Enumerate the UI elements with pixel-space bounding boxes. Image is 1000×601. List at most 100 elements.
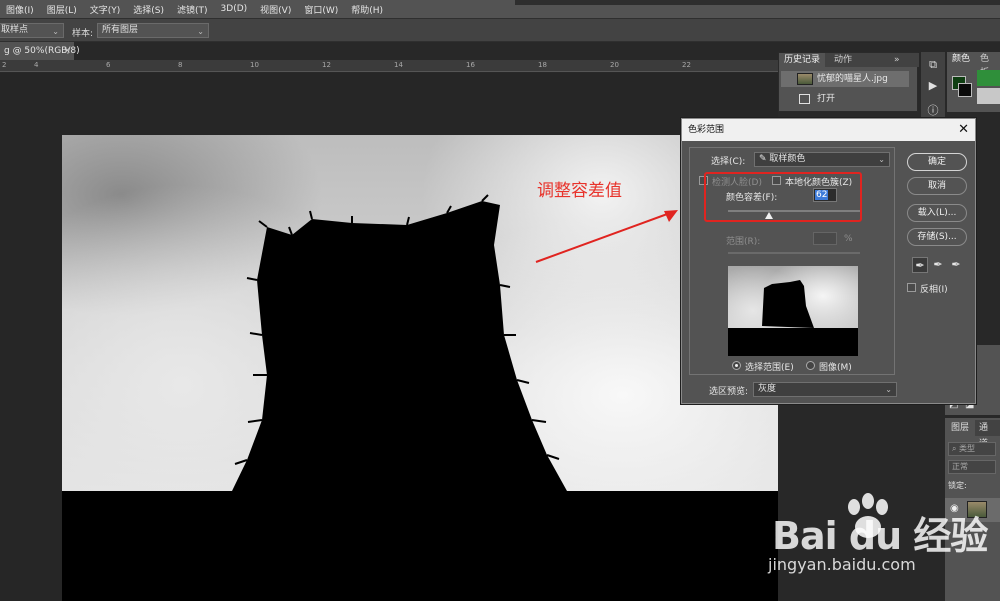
- history-item-label: 打开: [817, 94, 836, 104]
- range-input[interactable]: [813, 232, 837, 245]
- dark-ground: [62, 491, 788, 601]
- radio-image-label: 图像(M): [819, 363, 852, 373]
- ruler-tick: 18: [538, 61, 547, 69]
- ruler-tick: 6: [106, 61, 111, 69]
- eyedropper-plus-icon[interactable]: ✒: [930, 257, 946, 273]
- chevron-down-icon: ⌄: [878, 155, 885, 164]
- close-tab-icon[interactable]: ×: [63, 42, 71, 60]
- dialog-titlebar[interactable]: 色彩范围 ✕: [682, 119, 975, 141]
- blend-mode-value: 正常: [952, 462, 968, 471]
- selection-preview-select[interactable]: 灰度 ⌄: [753, 382, 897, 397]
- lock-label: 锁定:: [948, 481, 967, 490]
- invert-checkbox[interactable]: [907, 283, 916, 292]
- horizontal-ruler[interactable]: 2 4 6 8 10 12 14 16 18 20 22: [0, 60, 780, 72]
- ruler-tick: 2: [2, 61, 7, 69]
- tab-actions[interactable]: 动作: [829, 53, 857, 67]
- ruler-tick: 22: [682, 61, 691, 69]
- radio-selection-label: 选择范围(E): [745, 363, 794, 373]
- eyedropper-icon: ✎: [759, 154, 770, 164]
- sample-select[interactable]: 所有图层 ⌄: [97, 23, 209, 38]
- menu-image[interactable]: 图像(I): [6, 3, 34, 16]
- watermark-url: jingyan.baidu.com: [768, 555, 916, 574]
- color-swatch[interactable]: [977, 70, 1000, 86]
- chevron-down-icon: ⌄: [197, 27, 204, 36]
- menu-filter[interactable]: 滤镜(T): [177, 3, 208, 16]
- titlebar-strip: [515, 0, 1000, 5]
- history-brush-icon[interactable]: ⧉: [924, 56, 942, 74]
- history-item-label: 忧郁的喵星人.jpg: [817, 74, 888, 84]
- watermark-brand: Bai du 经验: [772, 514, 988, 558]
- tab-layers[interactable]: 图层: [947, 420, 974, 436]
- menu-type[interactable]: 文字(Y): [90, 3, 121, 16]
- snapshot-thumbnail: [797, 73, 813, 85]
- sample-size-select[interactable]: 取样点 ⌄: [0, 23, 64, 38]
- menu-select[interactable]: 选择(S): [133, 3, 164, 16]
- color-range-dialog: 色彩范围 ✕ 选择(C): ✎ 取样颜色 ⌄ 检测人脸(D) 本地化颜色簇(Z)…: [681, 118, 976, 404]
- menu-3d[interactable]: 3D(D): [221, 4, 248, 14]
- sample-label: 样本:: [72, 29, 94, 39]
- selection-preview-label: 选区预览:: [709, 387, 749, 397]
- radio-image[interactable]: [806, 361, 815, 370]
- baidu-jingyan-watermark: Bai du 经验 jingyan.baidu.com: [760, 493, 1000, 595]
- background-color-swatch[interactable]: [958, 83, 972, 97]
- color-swatch[interactable]: [977, 88, 1000, 104]
- menu-layer[interactable]: 图层(L): [47, 3, 77, 16]
- tab-channels[interactable]: 通道: [975, 420, 1000, 449]
- blend-mode-select[interactable]: 正常: [948, 460, 996, 474]
- ok-button[interactable]: 确定: [907, 153, 967, 171]
- select-value: 取样颜色: [769, 154, 806, 164]
- chevron-down-icon: ⌄: [885, 385, 892, 394]
- color-panel: 颜色 色板: [947, 52, 1000, 112]
- select-dropdown[interactable]: ✎ 取样颜色 ⌄: [754, 152, 890, 167]
- range-unit: %: [844, 234, 853, 244]
- eyedropper-minus-icon[interactable]: ✒: [948, 257, 964, 273]
- document-tab-bar: g @ 50%(RGB/8) ×: [0, 42, 780, 60]
- menu-view[interactable]: 视图(V): [260, 3, 291, 16]
- ruler-tick: 20: [610, 61, 619, 69]
- tab-color[interactable]: 颜色: [947, 52, 976, 66]
- load-button[interactable]: 载入(L)...: [907, 204, 967, 222]
- options-bar: 取样点 ⌄ 样本: 所有图层 ⌄: [0, 18, 1000, 42]
- select-label: 选择(C):: [711, 157, 746, 167]
- radio-selection[interactable]: [732, 361, 741, 370]
- preview-silhouette: [728, 280, 858, 356]
- tab-swatches[interactable]: 色板: [975, 52, 1000, 78]
- play-icon[interactable]: ▶: [924, 77, 942, 95]
- ruler-tick: 14: [394, 61, 403, 69]
- annotation-text: 调整容差值: [537, 181, 622, 201]
- sample-size-value: 取样点: [1, 25, 29, 35]
- layer-filter-field[interactable]: ⌕ 类型: [948, 442, 996, 456]
- history-panel-header: 历史记录 动作 »: [779, 53, 919, 67]
- ruler-tick: 12: [322, 61, 331, 69]
- chevron-down-icon: ⌄: [52, 27, 59, 36]
- save-button[interactable]: 存储(S)...: [907, 228, 967, 246]
- canvas-area[interactable]: [0, 73, 788, 601]
- selection-preview-value: 灰度: [758, 384, 777, 394]
- ruler-tick: 10: [250, 61, 259, 69]
- document-tab[interactable]: g @ 50%(RGB/8) ×: [0, 42, 80, 60]
- annotation-highlight-box: [704, 172, 862, 222]
- history-panel: 历史记录 动作 » 忧郁的喵星人.jpg 打开: [778, 52, 919, 112]
- menu-help[interactable]: 帮助(H): [351, 3, 383, 16]
- document-icon: [799, 94, 810, 104]
- search-icon: ⌕: [952, 444, 957, 453]
- sample-value: 所有图层: [102, 25, 139, 35]
- ruler-tick: 4: [34, 61, 39, 69]
- cancel-button[interactable]: 取消: [907, 177, 967, 195]
- dialog-title: 色彩范围: [688, 125, 725, 135]
- ruler-tick: 16: [466, 61, 475, 69]
- expand-panels-icon[interactable]: »: [889, 53, 905, 67]
- menu-window[interactable]: 窗口(W): [304, 3, 338, 16]
- close-icon[interactable]: ✕: [958, 119, 969, 141]
- selection-preview-thumbnail: [728, 266, 858, 356]
- layer-filter-placeholder: 类型: [959, 444, 976, 453]
- range-label: 范围(R):: [726, 237, 761, 247]
- invert-label: 反相(I): [920, 285, 948, 295]
- ruler-tick: 8: [178, 61, 183, 69]
- history-step-open[interactable]: 打开: [781, 91, 909, 107]
- eyedropper-icon[interactable]: ✒: [912, 257, 928, 273]
- range-slider-track[interactable]: [728, 252, 860, 254]
- annotation-arrow: [535, 210, 678, 263]
- tab-history[interactable]: 历史记录: [779, 53, 826, 67]
- history-snapshot[interactable]: 忧郁的喵星人.jpg: [781, 71, 909, 87]
